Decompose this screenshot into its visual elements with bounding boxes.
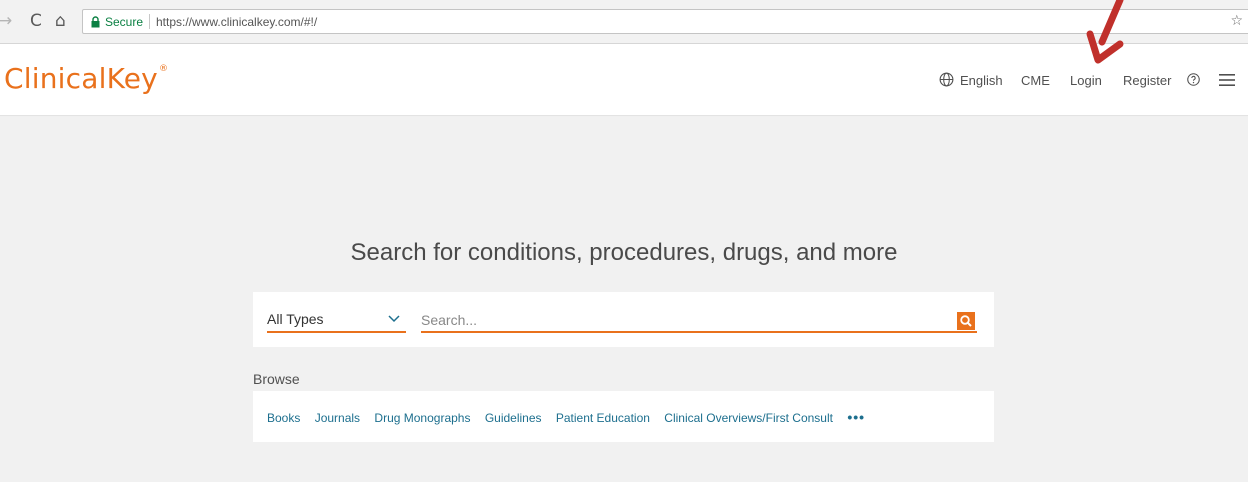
- browse-label: Browse: [253, 371, 300, 387]
- url-text[interactable]: https://www.clinicalkey.com/#!/: [156, 15, 317, 29]
- help-icon[interactable]: [1187, 73, 1200, 86]
- search-field: [421, 310, 977, 333]
- browse-link-journals[interactable]: Journals: [315, 411, 360, 425]
- content-type-value: All Types: [267, 311, 324, 327]
- search-button[interactable]: [957, 312, 975, 330]
- browse-link-guidelines[interactable]: Guidelines: [485, 411, 542, 425]
- browse-link-clinical-overviews[interactable]: Clinical Overviews/First Consult: [664, 411, 833, 425]
- browser-toolbar: → C ⌂ Secure https://www.clinicalkey.com…: [0, 0, 1248, 44]
- annotation-arrow-icon: [1086, 0, 1124, 64]
- cme-link[interactable]: CME: [1021, 73, 1050, 88]
- search-icon: [960, 315, 972, 327]
- logo-registered-mark: ®: [158, 64, 169, 74]
- login-link[interactable]: Login: [1070, 73, 1102, 88]
- search-panel: All Types: [253, 292, 994, 347]
- browse-links: Books Journals Drug Monographs Guideline…: [267, 409, 865, 425]
- site-header: ClinicalKey® English CME Login Register: [0, 44, 1248, 116]
- lock-icon: [91, 16, 100, 28]
- browse-link-books[interactable]: Books: [267, 411, 300, 425]
- omnibox-divider: [149, 14, 150, 29]
- address-bar[interactable]: Secure https://www.clinicalkey.com/#!/ ☆: [82, 9, 1248, 34]
- reload-icon[interactable]: C: [30, 13, 42, 30]
- search-headline: Search for conditions, procedures, drugs…: [350, 239, 898, 266]
- browse-link-drug-monographs[interactable]: Drug Monographs: [374, 411, 470, 425]
- globe-icon: [939, 72, 954, 87]
- menu-icon[interactable]: [1219, 74, 1235, 86]
- content-type-select[interactable]: All Types: [267, 310, 406, 333]
- clinicalkey-logo[interactable]: ClinicalKey®: [4, 62, 168, 95]
- secure-label: Secure: [105, 15, 144, 29]
- search-input[interactable]: [421, 310, 941, 330]
- browse-link-patient-education[interactable]: Patient Education: [556, 411, 650, 425]
- forward-arrow-icon[interactable]: →: [0, 13, 12, 30]
- language-selector[interactable]: English: [960, 73, 1003, 88]
- logo-text: ClinicalKey: [4, 62, 158, 95]
- chevron-down-icon: [388, 315, 400, 323]
- register-link[interactable]: Register: [1123, 73, 1171, 88]
- home-icon[interactable]: ⌂: [55, 13, 66, 30]
- more-options-icon[interactable]: •••: [847, 409, 865, 425]
- browse-panel: Books Journals Drug Monographs Guideline…: [253, 391, 994, 442]
- bookmark-star-icon[interactable]: ☆: [1230, 13, 1243, 29]
